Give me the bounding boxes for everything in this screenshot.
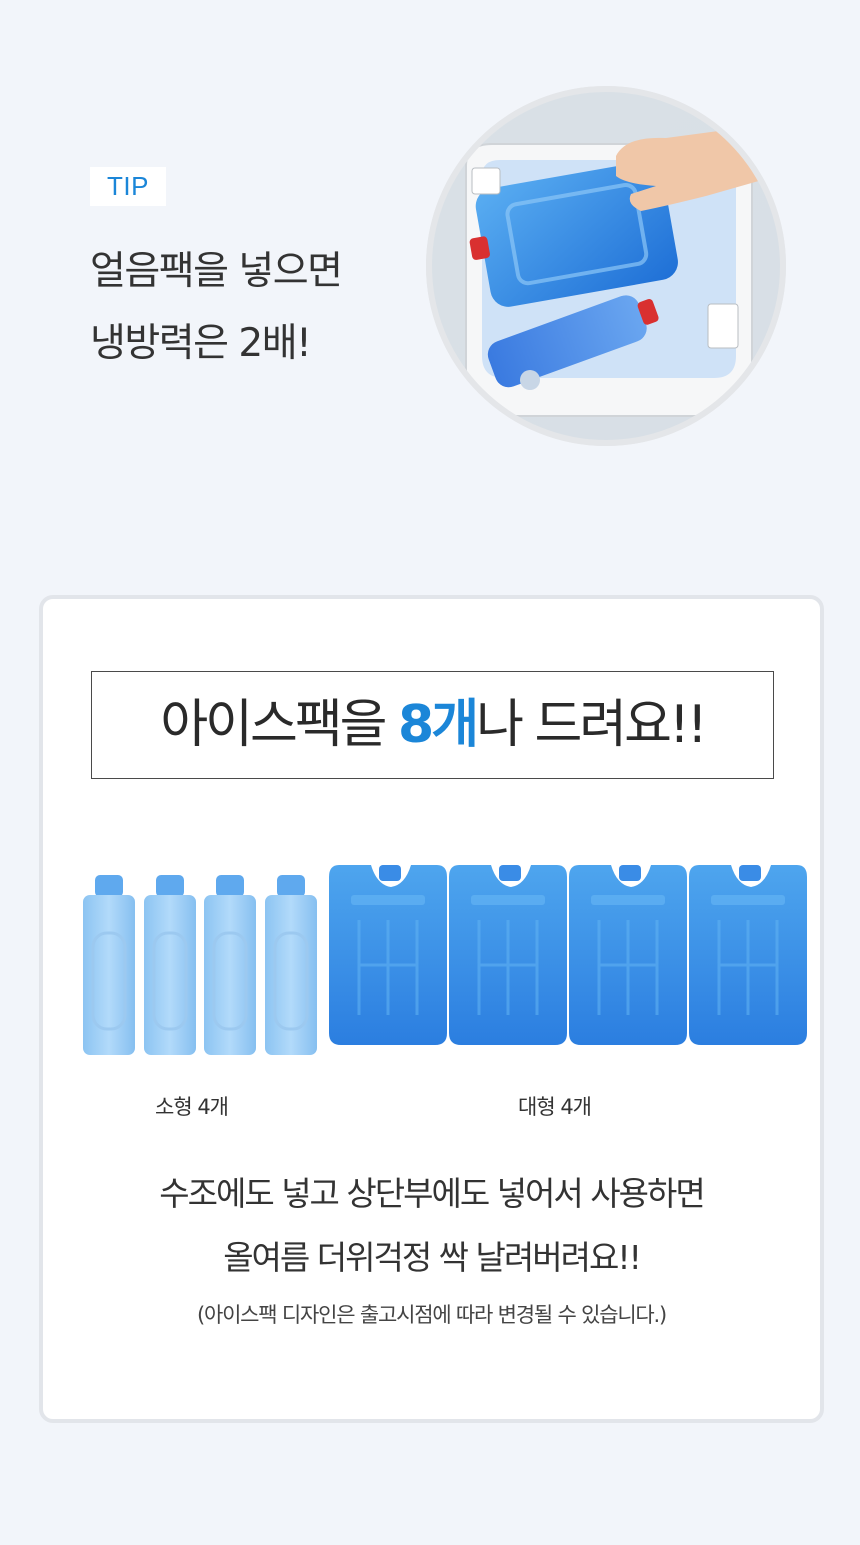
tip-text-line1: 얼음팩을 넣으면 bbox=[90, 249, 343, 294]
small-ice-pack-icon bbox=[202, 873, 258, 1055]
headline-box: 아이스팩을 8개나 드려요!! bbox=[91, 671, 774, 779]
headline-post: 나 드려요!! bbox=[476, 695, 708, 755]
tip-badge: TIP bbox=[90, 167, 166, 206]
ice-pack-in-tank-photo bbox=[426, 86, 786, 446]
body-text-line2: 올여름 더위걱정 싹 날려버려요!! bbox=[223, 1238, 642, 1277]
small-pack-label: 소형 4개 bbox=[155, 1095, 229, 1119]
tip-text-line2: 냉방력은 2배! bbox=[90, 321, 312, 366]
small-ice-pack-icon bbox=[81, 873, 137, 1055]
large-ice-pack-icon bbox=[327, 865, 449, 1047]
small-ice-pack-icon bbox=[263, 873, 319, 1055]
large-pack-label: 대형 4개 bbox=[518, 1095, 592, 1119]
large-ice-pack-icon bbox=[567, 865, 689, 1047]
small-ice-pack-icon bbox=[142, 873, 198, 1055]
design-change-note: (아이스팩 디자인은 출고시점에 따라 변경될 수 있습니다.) bbox=[196, 1303, 667, 1327]
headline-pre: 아이스팩을 bbox=[160, 695, 399, 755]
large-ice-pack-icon bbox=[687, 865, 809, 1047]
ice-pack-card: 아이스팩을 8개나 드려요!! 소형 4개 대형 4개 수조에도 넣고 상단부에… bbox=[39, 595, 824, 1423]
ice-packs-illustration bbox=[81, 865, 809, 1055]
headline-highlight: 8개 bbox=[398, 695, 479, 755]
large-ice-pack-icon bbox=[447, 865, 569, 1047]
body-text-line1: 수조에도 넣고 상단부에도 넣어서 사용하면 bbox=[159, 1174, 705, 1213]
